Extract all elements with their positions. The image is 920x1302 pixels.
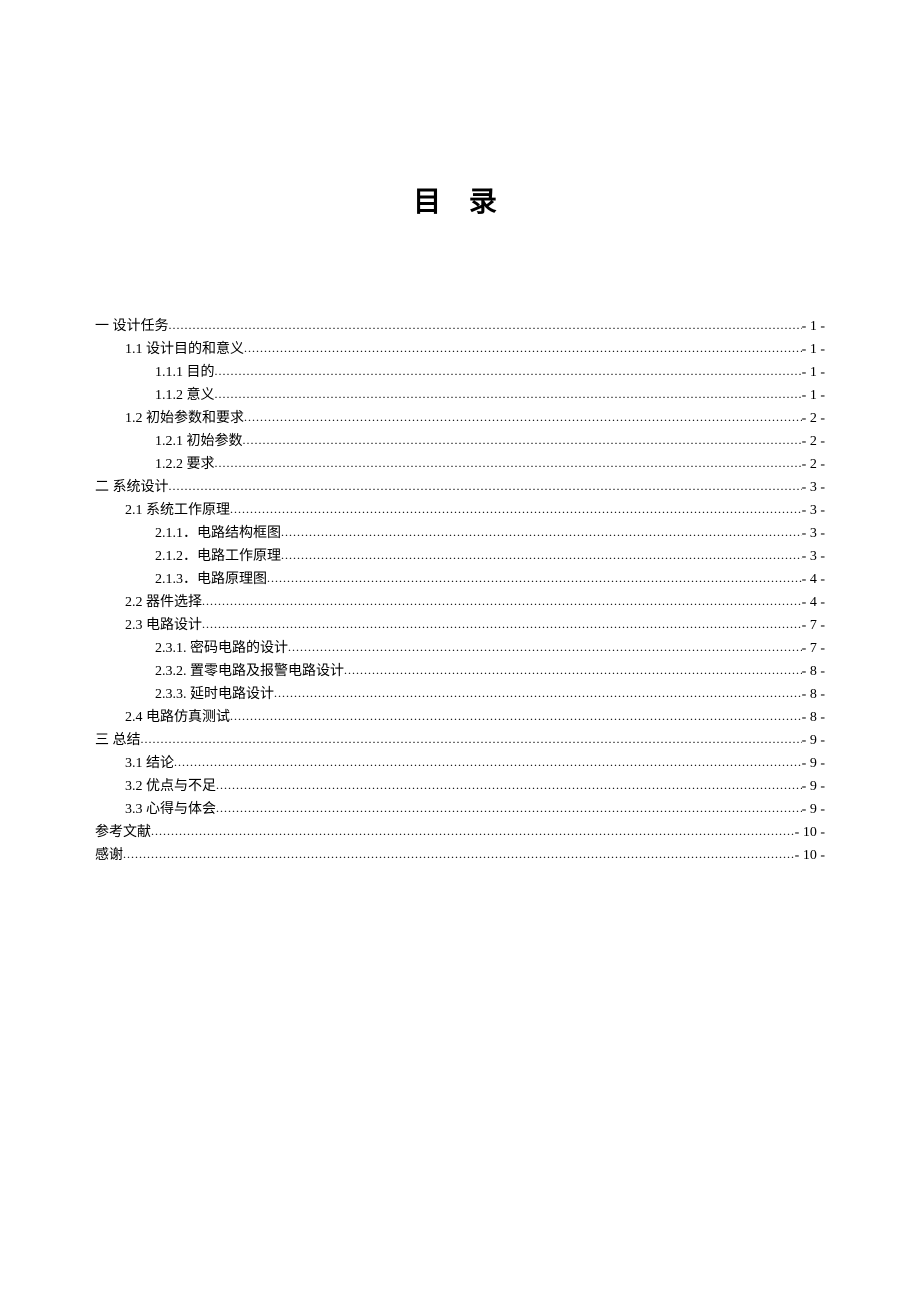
toc-entry-page: - 2 - — [802, 407, 825, 430]
toc-leader-dots — [267, 567, 802, 590]
toc-entry-title: 1.1.1 目的 — [155, 361, 215, 384]
toc-entry-page: - 1 - — [802, 361, 825, 384]
toc-entry-title: 2.3.1. 密码电路的设计 — [155, 637, 288, 660]
toc-entry: 1.1 设计目的和意义 - 1 - — [95, 338, 825, 361]
toc-entry: 1.2.2 要求 - 2 - — [95, 453, 825, 476]
toc-entry-title: 2.1.1．电路结构框图 — [155, 522, 281, 545]
toc-entry-page: - 10 - — [795, 844, 825, 867]
toc-entry-title: 1.1 设计目的和意义 — [125, 338, 244, 361]
toc-entry: 2.2 器件选择 - 4 - — [95, 591, 825, 614]
toc-entry-page: - 2 - — [802, 430, 825, 453]
toc-entry: 3.3 心得与体会 - 9 - — [95, 798, 825, 821]
toc-leader-dots — [216, 797, 802, 820]
toc-leader-dots — [281, 544, 802, 567]
toc-leader-dots — [215, 360, 802, 383]
toc-entry-page: - 1 - — [802, 384, 825, 407]
toc-leader-dots — [344, 659, 802, 682]
toc-entry: 2.4 电路仿真测试 - 8 - — [95, 706, 825, 729]
toc-entry: 2.3 电路设计 - 7 - — [95, 614, 825, 637]
toc-entry-title: 1.2.2 要求 — [155, 453, 215, 476]
toc-entry-page: - 10 - — [795, 821, 825, 844]
toc-entry-page: - 9 - — [802, 729, 825, 752]
toc-entry: 2.1 系统工作原理 - 3 - — [95, 499, 825, 522]
toc-leader-dots — [216, 774, 802, 797]
toc-entry-page: - 4 - — [802, 591, 825, 614]
toc-entry-page: - 8 - — [802, 683, 825, 706]
toc-leader-dots — [151, 820, 795, 843]
toc-leader-dots — [215, 452, 802, 475]
table-of-contents: 一 设计任务 - 1 - 1.1 设计目的和意义 - 1 - 1.1.1 目的 - 1 -… — [95, 315, 825, 867]
toc-entry-page: - 3 - — [802, 522, 825, 545]
toc-leader-dots — [244, 406, 802, 429]
toc-leader-dots — [243, 429, 802, 452]
toc-entry-title: 2.1.2．电路工作原理 — [155, 545, 281, 568]
toc-entry-page: - 3 - — [802, 476, 825, 499]
toc-entry: 3.1 结论 - 9 - — [95, 752, 825, 775]
toc-entry: 参考文献 - 10 - — [95, 821, 825, 844]
toc-leader-dots — [174, 751, 802, 774]
toc-entry-page: - 1 - — [802, 338, 825, 361]
toc-entry: 二 系统设计 - 3 - — [95, 476, 825, 499]
toc-entry-page: - 3 - — [802, 499, 825, 522]
toc-leader-dots — [202, 590, 802, 613]
toc-entry: 2.3.2. 置零电路及报警电路设计 - 8 - — [95, 660, 825, 683]
toc-leader-dots — [169, 314, 802, 337]
toc-entry: 1.1.2 意义 - 1 - — [95, 384, 825, 407]
toc-entry-page: - 8 - — [802, 706, 825, 729]
toc-leader-dots — [274, 682, 802, 705]
toc-leader-dots — [288, 636, 802, 659]
toc-entry: 1.2 初始参数和要求 - 2 - — [95, 407, 825, 430]
toc-leader-dots — [202, 613, 802, 636]
toc-entry-page: - 3 - — [802, 545, 825, 568]
toc-leader-dots — [281, 521, 802, 544]
toc-leader-dots — [230, 498, 802, 521]
toc-leader-dots — [244, 337, 802, 360]
toc-entry-title: 3.1 结论 — [125, 752, 174, 775]
toc-leader-dots — [141, 728, 802, 751]
toc-entry-title: 三 总结 — [95, 729, 141, 752]
toc-entry-page: - 9 - — [802, 752, 825, 775]
toc-entry: 感谢 - 10 - — [95, 844, 825, 867]
toc-entry-title: 参考文献 — [95, 821, 151, 844]
toc-entry: 3.2 优点与不足 - 9 - — [95, 775, 825, 798]
toc-entry-title: 2.2 器件选择 — [125, 591, 202, 614]
toc-entry-page: - 1 - — [802, 315, 825, 338]
toc-entry-title: 3.2 优点与不足 — [125, 775, 216, 798]
toc-entry-title: 2.3.2. 置零电路及报警电路设计 — [155, 660, 344, 683]
toc-entry-page: - 8 - — [802, 660, 825, 683]
toc-entry: 1.2.1 初始参数 - 2 - — [95, 430, 825, 453]
toc-entry-title: 3.3 心得与体会 — [125, 798, 216, 821]
toc-entry-title: 2.3 电路设计 — [125, 614, 202, 637]
page-title: 目 录 — [95, 180, 825, 220]
toc-leader-dots — [169, 475, 802, 498]
toc-entry-title: 2.1 系统工作原理 — [125, 499, 230, 522]
toc-entry-title: 2.1.3．电路原理图 — [155, 568, 267, 591]
toc-entry: 1.1.1 目的 - 1 - — [95, 361, 825, 384]
toc-entry: 2.1.3．电路原理图 - 4 - — [95, 568, 825, 591]
toc-entry-title: 二 系统设计 — [95, 476, 169, 499]
toc-entry: 2.3.3. 延时电路设计 - 8 - — [95, 683, 825, 706]
toc-entry-title: 2.4 电路仿真测试 — [125, 706, 230, 729]
toc-entry: 三 总结 - 9 - — [95, 729, 825, 752]
toc-entry-title: 感谢 — [95, 844, 123, 867]
toc-entry: 一 设计任务 - 1 - — [95, 315, 825, 338]
toc-entry: 2.3.1. 密码电路的设计 - 7 - — [95, 637, 825, 660]
toc-entry-title: 一 设计任务 — [95, 315, 169, 338]
toc-entry-page: - 9 - — [802, 798, 825, 821]
toc-entry-page: - 7 - — [802, 637, 825, 660]
toc-entry-title: 2.3.3. 延时电路设计 — [155, 683, 274, 706]
toc-entry-page: - 4 - — [802, 568, 825, 591]
toc-entry-page: - 7 - — [802, 614, 825, 637]
toc-leader-dots — [230, 705, 802, 728]
toc-entry-page: - 2 - — [802, 453, 825, 476]
toc-entry-page: - 9 - — [802, 775, 825, 798]
toc-entry-title: 1.1.2 意义 — [155, 384, 215, 407]
toc-entry: 2.1.1．电路结构框图 - 3 - — [95, 522, 825, 545]
toc-entry: 2.1.2．电路工作原理 - 3 - — [95, 545, 825, 568]
toc-entry-title: 1.2.1 初始参数 — [155, 430, 243, 453]
toc-leader-dots — [123, 843, 795, 866]
toc-entry-title: 1.2 初始参数和要求 — [125, 407, 244, 430]
toc-leader-dots — [215, 383, 802, 406]
